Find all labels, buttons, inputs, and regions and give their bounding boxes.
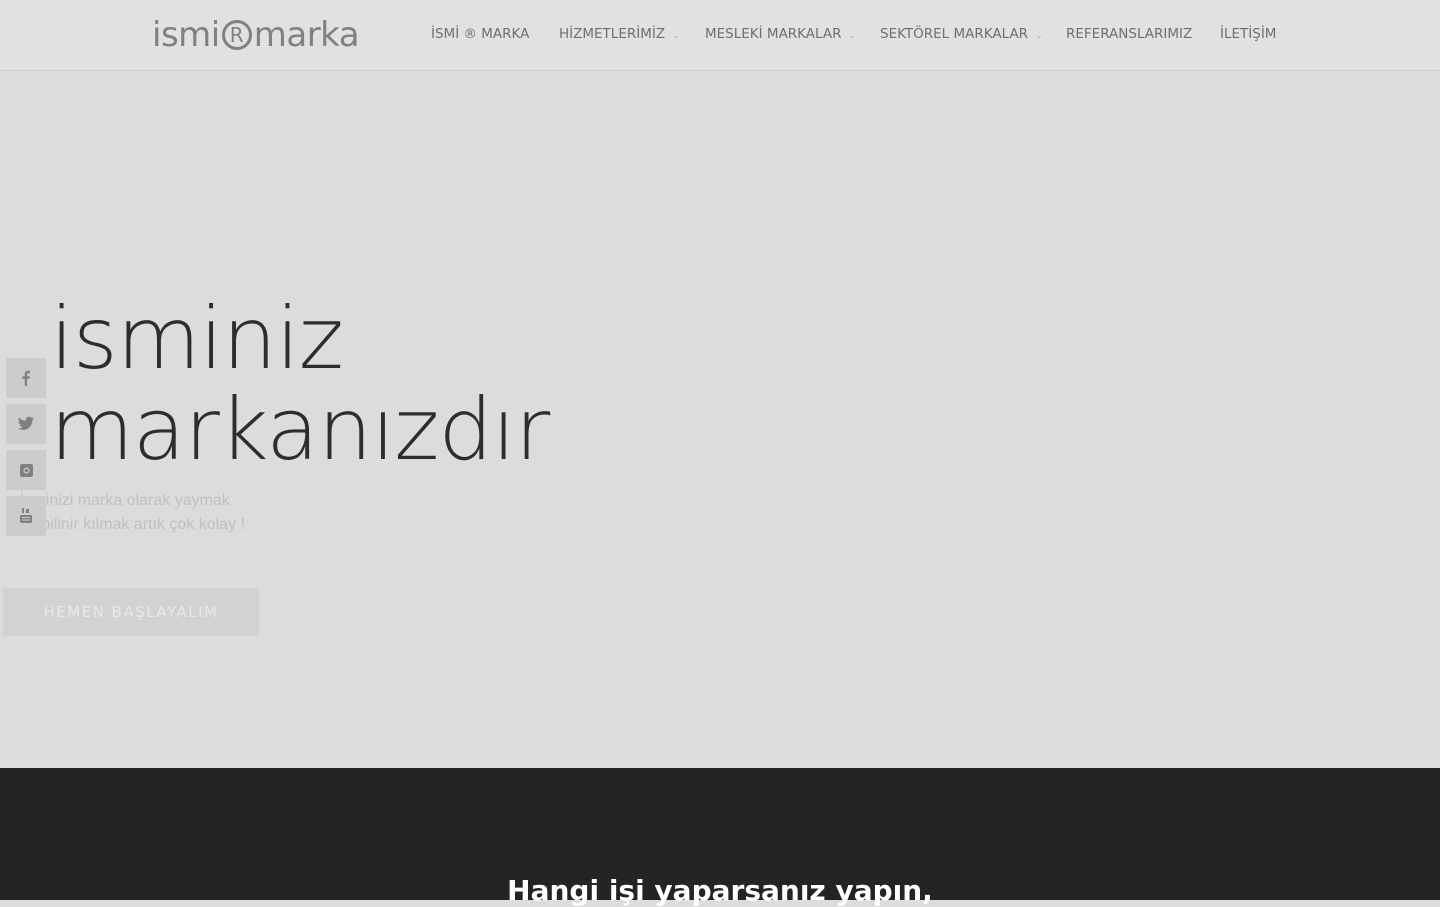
intro-section: Hangi işi yaparsanız yapın, [0, 768, 1440, 907]
nav-item-hizmetlerimiz[interactable]: HİZMETLERİMİZ ⌄ [559, 26, 680, 42]
nav-item-ismi-marka[interactable]: İSMİ ® MARKA [431, 26, 529, 42]
youtube-icon [20, 508, 32, 523]
hero-title: isminiz markanızdır [50, 289, 550, 480]
nav-item-label: HİZMETLERİMİZ [559, 26, 666, 42]
nav-item-iletisim[interactable]: İLETİŞİM [1220, 26, 1276, 42]
hero-subtitle-line: ve bilinir kılmak artık çok kolay ! [20, 516, 245, 533]
hero-subtitle: İsminizi marka olarak yaymak ve bilinir … [20, 489, 245, 537]
instagram-icon [19, 463, 33, 477]
nav-item-label: İSMİ ® MARKA [431, 26, 530, 42]
twitter-icon [17, 416, 34, 430]
logo-text-left: ismi [152, 15, 220, 55]
hero-title-line: isminiz [50, 289, 344, 389]
registered-mark-icon: R [221, 20, 252, 50]
nav-item-label: SEKTÖREL MARKALAR [880, 26, 1029, 42]
chevron-down-icon: ⌄ [672, 30, 680, 41]
youtube-button[interactable] [6, 496, 46, 536]
twitter-button[interactable] [6, 404, 46, 444]
nav-item-label: İLETİŞİM [1220, 26, 1277, 42]
nav-item-label: MESLEKİ MARKALAR [705, 26, 842, 42]
site-logo[interactable]: ismi R marka [152, 15, 360, 55]
start-now-button[interactable]: HEMEN BAŞLAYALIM [3, 588, 259, 636]
instagram-button[interactable] [6, 450, 46, 490]
hero-title-line: markanızdır [50, 380, 550, 480]
nav-item-referanslarimiz[interactable]: REFERANSLARIMIZ [1066, 26, 1192, 42]
section-heading: Hangi işi yaparsanız yapın, [507, 874, 933, 907]
chevron-down-icon: ⌄ [848, 30, 857, 41]
hero-subtitle-line: İsminizi marka olarak yaymak [20, 492, 230, 509]
facebook-icon [22, 370, 30, 386]
chevron-down-icon: ⌄ [1035, 30, 1043, 41]
facebook-button[interactable] [6, 358, 46, 398]
nav-item-label: REFERANSLARIMIZ [1066, 26, 1193, 42]
nav-item-mesleki-markalar[interactable]: MESLEKİ MARKALAR ⌄ [705, 26, 856, 42]
logo-text-right: marka [253, 15, 360, 55]
site-header: ismi R marka İSMİ ® MARKA HİZMETLERİMİZ … [0, 0, 1440, 71]
nav-item-sektorel-markalar[interactable]: SEKTÖREL MARKALAR ⌄ [880, 26, 1043, 42]
social-sidebar [6, 358, 46, 542]
